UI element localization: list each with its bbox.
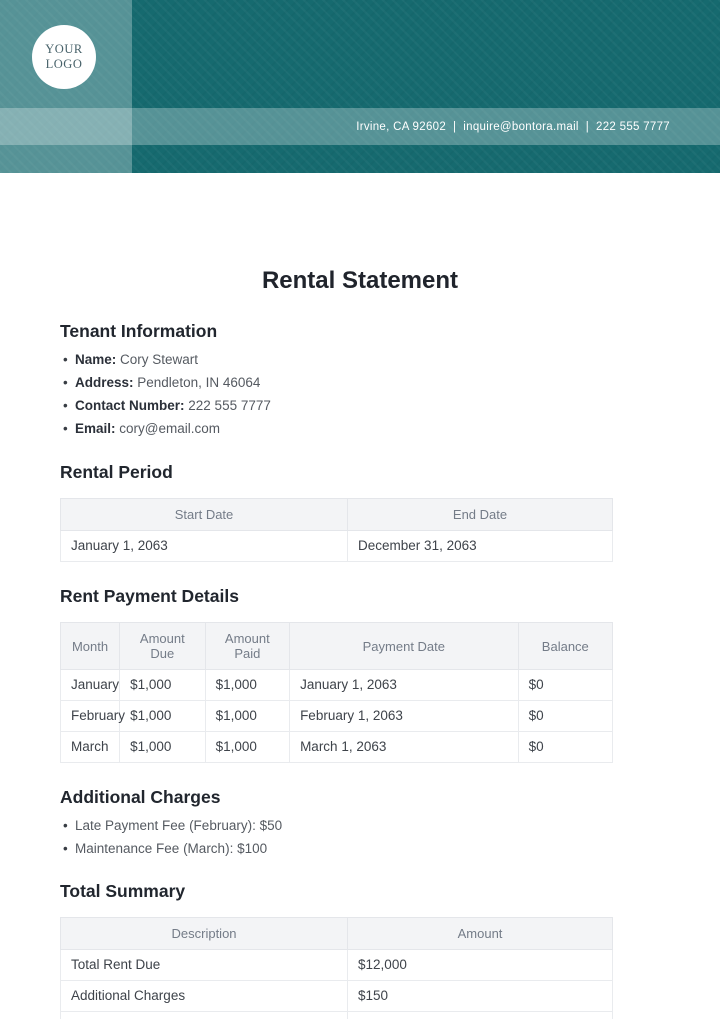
table-cell: $0	[518, 732, 612, 763]
table-header-row: Month Amount Due Amount Paid Payment Dat…	[61, 623, 613, 670]
table-header-cell: Amount Due	[120, 623, 206, 670]
table-cell: January 1, 2063	[61, 531, 348, 562]
rental-period-heading: Rental Period	[60, 462, 613, 482]
total-summary-heading: Total Summary	[60, 881, 613, 901]
table-cell: Additional Charges	[61, 981, 348, 1012]
additional-charges-heading: Additional Charges	[60, 787, 613, 807]
table-cell: $1,000	[205, 670, 289, 701]
table-row: January $1,000 $1,000 January 1, 2063 $0	[61, 670, 613, 701]
tenant-info-item: Name: Cory Stewart	[62, 348, 613, 371]
tenant-info-item: Address: Pendleton, IN 46064	[62, 371, 613, 394]
table-header-row: Start Date End Date	[61, 499, 613, 531]
document-title: Rental Statement	[0, 267, 720, 295]
table-cell: December 31, 2063	[348, 531, 613, 562]
logo-text-line1: YOUR	[45, 42, 82, 57]
additional-charges-list: Late Payment Fee (February): $50 Mainten…	[62, 814, 613, 860]
table-header-cell: Month	[61, 623, 120, 670]
header-banner: Irvine, CA 92602 | inquire@bontora.mail …	[0, 0, 720, 173]
table-cell: $0	[518, 670, 612, 701]
contact-info-text: Irvine, CA 92602 | inquire@bontora.mail …	[356, 121, 670, 133]
table-header-row: Description Amount	[61, 918, 613, 950]
table-cell: $1,000	[120, 701, 206, 732]
table-cell: $150	[348, 981, 613, 1012]
rental-period-table: Start Date End Date January 1, 2063 Dece…	[60, 498, 613, 562]
table-cell: January	[61, 670, 120, 701]
table-cell: January 1, 2063	[290, 670, 519, 701]
tenant-info-label: Email:	[75, 421, 116, 436]
table-cell: March 1, 2063	[290, 732, 519, 763]
table-cell: $12,000	[348, 950, 613, 981]
tenant-info-value: cory@email.com	[119, 421, 220, 436]
table-cell: Total Amount Paid	[61, 1012, 348, 1019]
additional-charge-item: Maintenance Fee (March): $100	[62, 837, 613, 860]
additional-charge-item: Late Payment Fee (February): $50	[62, 814, 613, 837]
table-row: March $1,000 $1,000 March 1, 2063 $0	[61, 732, 613, 763]
table-cell: $1,000	[120, 732, 206, 763]
total-summary-table: Description Amount Total Rent Due $12,00…	[60, 917, 613, 1019]
table-row: Total Amount Paid $12,150	[61, 1012, 613, 1019]
table-header-cell: Description	[61, 918, 348, 950]
table-row: Total Rent Due $12,000	[61, 950, 613, 981]
table-cell: February 1, 2063	[290, 701, 519, 732]
logo-text-line2: LOGO	[46, 57, 83, 72]
tenant-info-label: Name:	[75, 352, 116, 367]
table-row: January 1, 2063 December 31, 2063	[61, 531, 613, 562]
table-cell: $1,000	[120, 670, 206, 701]
table-cell: $12,150	[348, 1012, 613, 1019]
table-header-cell: Amount Paid	[205, 623, 289, 670]
company-logo: YOUR LOGO	[32, 25, 96, 89]
rent-payment-details-heading: Rent Payment Details	[60, 586, 613, 606]
table-header-cell: Start Date	[61, 499, 348, 531]
table-cell: $0	[518, 701, 612, 732]
tenant-info-heading: Tenant Information	[60, 321, 613, 341]
tenant-info-list: Name: Cory Stewart Address: Pendleton, I…	[62, 348, 613, 440]
table-cell: March	[61, 732, 120, 763]
document-body: Tenant Information Name: Cory Stewart Ad…	[60, 321, 613, 1019]
table-header-cell: End Date	[348, 499, 613, 531]
header-contact-band: Irvine, CA 92602 | inquire@bontora.mail …	[0, 108, 720, 145]
table-cell: February	[61, 701, 120, 732]
tenant-info-value: 222 555 7777	[188, 398, 271, 413]
table-row: Additional Charges $150	[61, 981, 613, 1012]
tenant-info-label: Contact Number:	[75, 398, 185, 413]
tenant-info-item: Email: cory@email.com	[62, 417, 613, 440]
table-cell: $1,000	[205, 732, 289, 763]
table-header-cell: Balance	[518, 623, 612, 670]
table-header-cell: Amount	[348, 918, 613, 950]
table-header-cell: Payment Date	[290, 623, 519, 670]
tenant-info-value: Pendleton, IN 46064	[137, 375, 260, 390]
table-cell: Total Rent Due	[61, 950, 348, 981]
table-row: February $1,000 $1,000 February 1, 2063 …	[61, 701, 613, 732]
tenant-info-value: Cory Stewart	[120, 352, 198, 367]
rent-payment-details-table: Month Amount Due Amount Paid Payment Dat…	[60, 622, 613, 763]
tenant-info-label: Address:	[75, 375, 134, 390]
tenant-info-item: Contact Number: 222 555 7777	[62, 394, 613, 417]
table-cell: $1,000	[205, 701, 289, 732]
